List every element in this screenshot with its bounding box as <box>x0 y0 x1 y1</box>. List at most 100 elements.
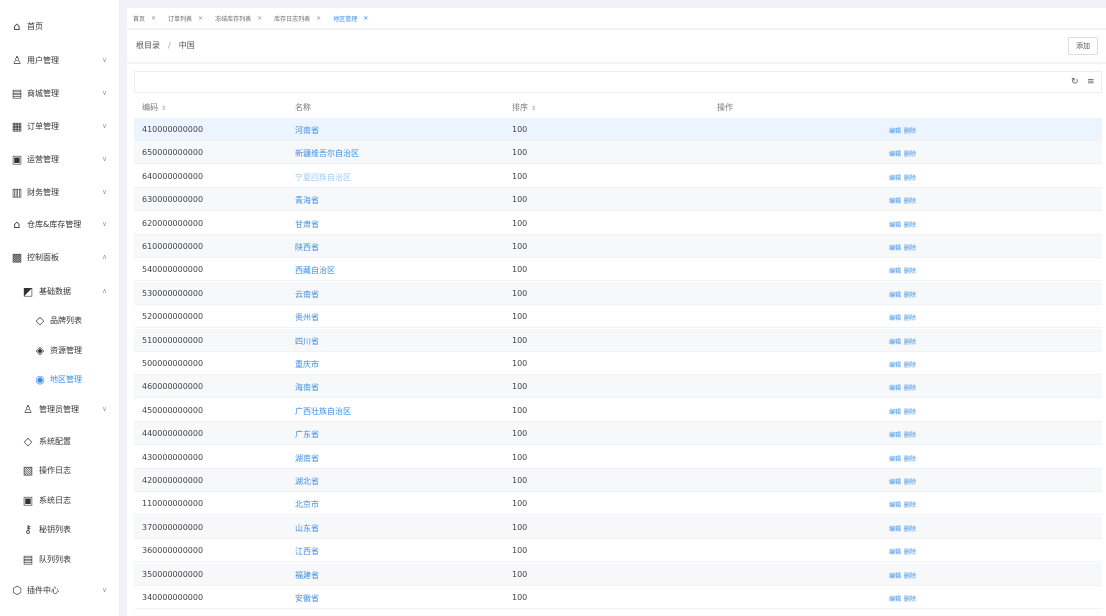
delete-link[interactable]: 删除 <box>904 409 916 416</box>
sidebar-item-operation-log[interactable]: ▧ 操作日志 <box>0 458 120 482</box>
sidebar-item-resources[interactable]: ◈ 资源管理 <box>0 338 120 362</box>
delete-link[interactable]: 删除 <box>904 128 916 135</box>
breadcrumb-root[interactable]: 根目录 <box>136 41 160 50</box>
edit-link[interactable]: 编辑 <box>889 502 901 509</box>
delete-link[interactable]: 删除 <box>904 526 916 533</box>
edit-link[interactable]: 编辑 <box>889 222 901 229</box>
sidebar-item-brands[interactable]: ◇ 品牌列表 <box>0 308 120 332</box>
sort-icon[interactable]: ⇕ <box>531 105 536 112</box>
edit-link[interactable]: 编辑 <box>889 596 901 603</box>
cell-name-link[interactable]: 湖南省 <box>295 453 319 464</box>
tab-home[interactable]: 首页 ✕ <box>127 8 162 28</box>
edit-link[interactable]: 编辑 <box>889 268 901 275</box>
refresh-icon[interactable]: ↻ <box>1071 77 1079 87</box>
edit-link[interactable]: 编辑 <box>889 479 901 486</box>
cell-name-link[interactable]: 安徽省 <box>295 593 319 604</box>
sidebar-item-users[interactable]: ♙ 用户管理 ∨ <box>0 48 120 72</box>
cell-name-link[interactable]: 云南省 <box>295 289 319 300</box>
cell-name-link[interactable]: 江西省 <box>295 546 319 557</box>
cell-name-link[interactable]: 北京市 <box>295 499 319 510</box>
edit-link[interactable]: 编辑 <box>889 362 901 369</box>
delete-link[interactable]: 删除 <box>904 596 916 603</box>
sidebar-item-orders[interactable]: ▦ 订单管理 ∨ <box>0 114 120 138</box>
delete-link[interactable]: 删除 <box>904 479 916 486</box>
tab-order-list[interactable]: 订单列表 ✕ <box>162 8 209 28</box>
close-icon[interactable]: ✕ <box>316 15 321 22</box>
cell-name-link[interactable]: 宁夏回族自治区 <box>295 172 351 183</box>
delete-link[interactable]: 删除 <box>904 549 916 556</box>
cell-name-link[interactable]: 广西壮族自治区 <box>295 406 351 417</box>
edit-link[interactable]: 编辑 <box>889 245 901 252</box>
cell-name-link[interactable]: 青海省 <box>295 195 319 206</box>
cell-name-link[interactable]: 西藏自治区 <box>295 265 335 276</box>
sidebar-item-control-panel[interactable]: ▩ 控制面板 ∧ <box>0 245 120 269</box>
delete-link[interactable]: 删除 <box>904 151 916 158</box>
delete-link[interactable]: 删除 <box>904 222 916 229</box>
edit-link[interactable]: 编辑 <box>889 573 901 580</box>
cell-name-link[interactable]: 河南省 <box>295 125 319 136</box>
edit-link[interactable]: 编辑 <box>889 198 901 205</box>
delete-link[interactable]: 删除 <box>904 362 916 369</box>
close-icon[interactable]: ✕ <box>198 15 203 22</box>
edit-link[interactable]: 编辑 <box>889 175 901 182</box>
cell-name-link[interactable]: 广东省 <box>295 429 319 440</box>
sidebar-item-system-log[interactable]: ▣ 系统日志 <box>0 488 120 512</box>
tab-stock-log[interactable]: 库存日志列表 ✕ <box>268 8 327 28</box>
cell-name-link[interactable]: 海南省 <box>295 382 319 393</box>
edit-link[interactable]: 编辑 <box>889 292 901 299</box>
edit-link[interactable]: 编辑 <box>889 526 901 533</box>
cell-name-link[interactable]: 四川省 <box>295 336 319 347</box>
delete-link[interactable]: 删除 <box>904 502 916 509</box>
sidebar-item-keys[interactable]: ⚷ 秘钥列表 <box>0 517 120 541</box>
cell-name-link[interactable]: 湖北省 <box>295 476 319 487</box>
delete-link[interactable]: 删除 <box>904 175 916 182</box>
tab-frozen-stock[interactable]: 冻结库存列表 ✕ <box>209 8 268 28</box>
sidebar-item-warehouse[interactable]: ⌂ 仓库&库存管理 ∨ <box>0 212 120 236</box>
sidebar-item-shop[interactable]: ▤ 商城管理 ∨ <box>0 81 120 105</box>
close-icon[interactable]: ✕ <box>257 15 262 22</box>
cell-name-link[interactable]: 重庆市 <box>295 359 319 370</box>
column-header-code[interactable]: 编码 ⇕ <box>142 102 166 113</box>
column-settings-icon[interactable]: ≡ <box>1087 77 1095 87</box>
sidebar-item-admins[interactable]: ♙ 管理员管理 ∨ <box>0 397 120 421</box>
delete-link[interactable]: 删除 <box>904 339 916 346</box>
edit-link[interactable]: 编辑 <box>889 409 901 416</box>
close-icon[interactable]: ✕ <box>363 15 368 22</box>
edit-link[interactable]: 编辑 <box>889 315 901 322</box>
cell-name-link[interactable]: 新疆维吾尔自治区 <box>295 148 359 159</box>
delete-link[interactable]: 删除 <box>904 245 916 252</box>
edit-link[interactable]: 编辑 <box>889 549 901 556</box>
sidebar-item-regions[interactable]: ◉ 地区管理 <box>0 367 120 391</box>
close-icon[interactable]: ✕ <box>151 15 156 22</box>
column-header-sort[interactable]: 排序 ⇕ <box>512 102 536 113</box>
delete-link[interactable]: 删除 <box>904 198 916 205</box>
edit-link[interactable]: 编辑 <box>889 128 901 135</box>
add-button[interactable]: 添加 <box>1068 37 1098 55</box>
delete-link[interactable]: 删除 <box>904 268 916 275</box>
sidebar-item-operations[interactable]: ▣ 运营管理 ∨ <box>0 147 120 171</box>
sort-icon[interactable]: ⇕ <box>161 105 166 112</box>
delete-link[interactable]: 删除 <box>904 315 916 322</box>
delete-link[interactable]: 删除 <box>904 432 916 439</box>
delete-link[interactable]: 删除 <box>904 456 916 463</box>
sidebar-item-finance[interactable]: ▥ 财务管理 ∨ <box>0 180 120 204</box>
cell-name-link[interactable]: 陕西省 <box>295 242 319 253</box>
edit-link[interactable]: 编辑 <box>889 339 901 346</box>
delete-link[interactable]: 删除 <box>904 573 916 580</box>
edit-link[interactable]: 编辑 <box>889 151 901 158</box>
edit-link[interactable]: 编辑 <box>889 432 901 439</box>
sidebar-item-system-config[interactable]: ◇ 系统配置 <box>0 429 120 453</box>
delete-link[interactable]: 删除 <box>904 292 916 299</box>
sidebar-item-plugins[interactable]: ⬡ 插件中心 ∨ <box>0 578 120 602</box>
edit-link[interactable]: 编辑 <box>889 385 901 392</box>
sidebar-item-queues[interactable]: ▤ 队列列表 <box>0 547 120 571</box>
edit-link[interactable]: 编辑 <box>889 456 901 463</box>
delete-link[interactable]: 删除 <box>904 385 916 392</box>
cell-name-link[interactable]: 山东省 <box>295 523 319 534</box>
cell-name-link[interactable]: 甘肃省 <box>295 219 319 230</box>
cell-name-link[interactable]: 福建省 <box>295 570 319 581</box>
tab-region-management[interactable]: 地区管理 ✕ <box>327 8 374 28</box>
cell-name-link[interactable]: 贵州省 <box>295 312 319 323</box>
sidebar-item-home[interactable]: ⌂ 首页 <box>0 14 120 38</box>
sidebar-item-basic-data[interactable]: ◩ 基础数据 ∧ <box>0 279 120 303</box>
